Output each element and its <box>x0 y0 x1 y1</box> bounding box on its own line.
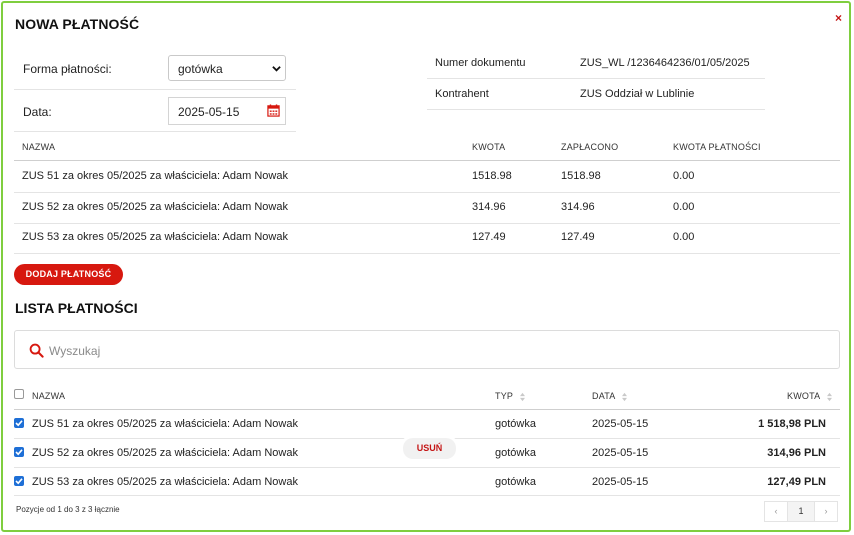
col-type[interactable]: TYP <box>495 391 526 402</box>
item-name: ZUS 51 za okres 05/2025 za właściciela: … <box>22 170 288 182</box>
chevron-down-icon <box>272 66 281 72</box>
payment-method-value: gotówka <box>178 62 223 76</box>
next-page-button[interactable]: › <box>814 501 838 522</box>
item-paid: 1518.98 <box>561 170 601 182</box>
row-checkbox[interactable] <box>14 476 24 486</box>
date-field[interactable]: 2025-05-15 <box>168 97 286 125</box>
document-number-value: ZUS_WL /1236464236/01/05/2025 <box>580 57 750 69</box>
sort-icon <box>621 392 627 401</box>
payment-amount: 1 518,98 PLN <box>758 418 826 430</box>
select-all-checkbox[interactable] <box>14 389 24 399</box>
col-type-label: TYP <box>495 391 513 401</box>
col-amount: KWOTA <box>472 142 506 152</box>
date-label: Data: <box>23 105 52 119</box>
col-name: NAZWA <box>22 142 56 152</box>
sort-icon <box>826 392 832 401</box>
search-input[interactable]: Wyszukaj <box>14 330 840 369</box>
col-name[interactable]: NAZWA <box>32 391 65 401</box>
item-payment-amount[interactable]: 0.00 <box>673 170 694 182</box>
row-checkbox[interactable] <box>14 447 24 457</box>
item-paid: 314.96 <box>561 201 595 213</box>
pagination-info: Pozycje od 1 do 3 z 3 łącznie <box>16 505 120 514</box>
contractor-label: Kontrahent <box>435 88 489 100</box>
payment-type: gotówka <box>495 476 536 488</box>
payment-type: gotówka <box>495 418 536 430</box>
col-paid: ZAPŁACONO <box>561 142 619 152</box>
item-amount: 314.96 <box>472 201 506 213</box>
item-amount: 1518.98 <box>472 170 512 182</box>
payment-name: ZUS 51 za okres 05/2025 za właściciela: … <box>32 418 298 430</box>
payment-name: ZUS 53 za okres 05/2025 za właściciela: … <box>32 476 298 488</box>
item-amount: 127.49 <box>472 231 506 243</box>
payment-name: ZUS 52 za okres 05/2025 za właściciela: … <box>32 447 298 459</box>
payments-list-title: LISTA PŁATNOŚCI <box>15 300 138 316</box>
page-1-button[interactable]: 1 <box>787 501 815 522</box>
payment-amount: 314,96 PLN <box>767 447 826 459</box>
modal-title: NOWA PŁATNOŚĆ <box>15 16 140 32</box>
prev-page-button[interactable]: ‹ <box>764 501 788 522</box>
item-payment-amount[interactable]: 0.00 <box>673 231 694 243</box>
col-date[interactable]: DATA <box>592 391 628 402</box>
document-number-label: Numer dokumentu <box>435 57 526 69</box>
payment-date: 2025-05-15 <box>592 418 649 430</box>
contractor-value: ZUS Oddział w Lublinie <box>580 88 695 100</box>
item-name: ZUS 53 za okres 05/2025 za właściciela: … <box>22 231 288 243</box>
close-icon[interactable]: × <box>835 11 842 25</box>
sort-icon <box>519 392 525 401</box>
add-payment-button[interactable]: DODAJ PŁATNOŚĆ <box>14 264 123 285</box>
col-payment-amount: KWOTA PŁATNOŚCI <box>673 142 761 152</box>
search-placeholder: Wyszukaj <box>49 344 101 358</box>
delete-button[interactable]: USUŃ <box>403 438 456 459</box>
payment-date: 2025-05-15 <box>592 476 649 488</box>
payment-amount: 127,49 PLN <box>767 476 826 488</box>
calendar-icon[interactable] <box>267 104 280 117</box>
search-icon <box>29 343 44 358</box>
row-checkbox[interactable] <box>14 418 24 428</box>
payment-type: gotówka <box>495 447 536 459</box>
date-value: 2025-05-15 <box>178 105 240 119</box>
col-date-label: DATA <box>592 391 615 401</box>
item-name: ZUS 52 za okres 05/2025 za właściciela: … <box>22 201 288 213</box>
payment-method-label: Forma płatności: <box>23 62 112 76</box>
col-amount-label: KWOTA <box>787 391 820 401</box>
item-payment-amount[interactable]: 0.00 <box>673 201 694 213</box>
col-amount[interactable]: KWOTA <box>787 391 833 402</box>
new-payment-modal: NOWA PŁATNOŚĆ × Forma płatności: gotówka… <box>1 1 851 532</box>
payment-date: 2025-05-15 <box>592 447 649 459</box>
payment-method-select[interactable]: gotówka <box>168 55 286 81</box>
item-paid: 127.49 <box>561 231 595 243</box>
